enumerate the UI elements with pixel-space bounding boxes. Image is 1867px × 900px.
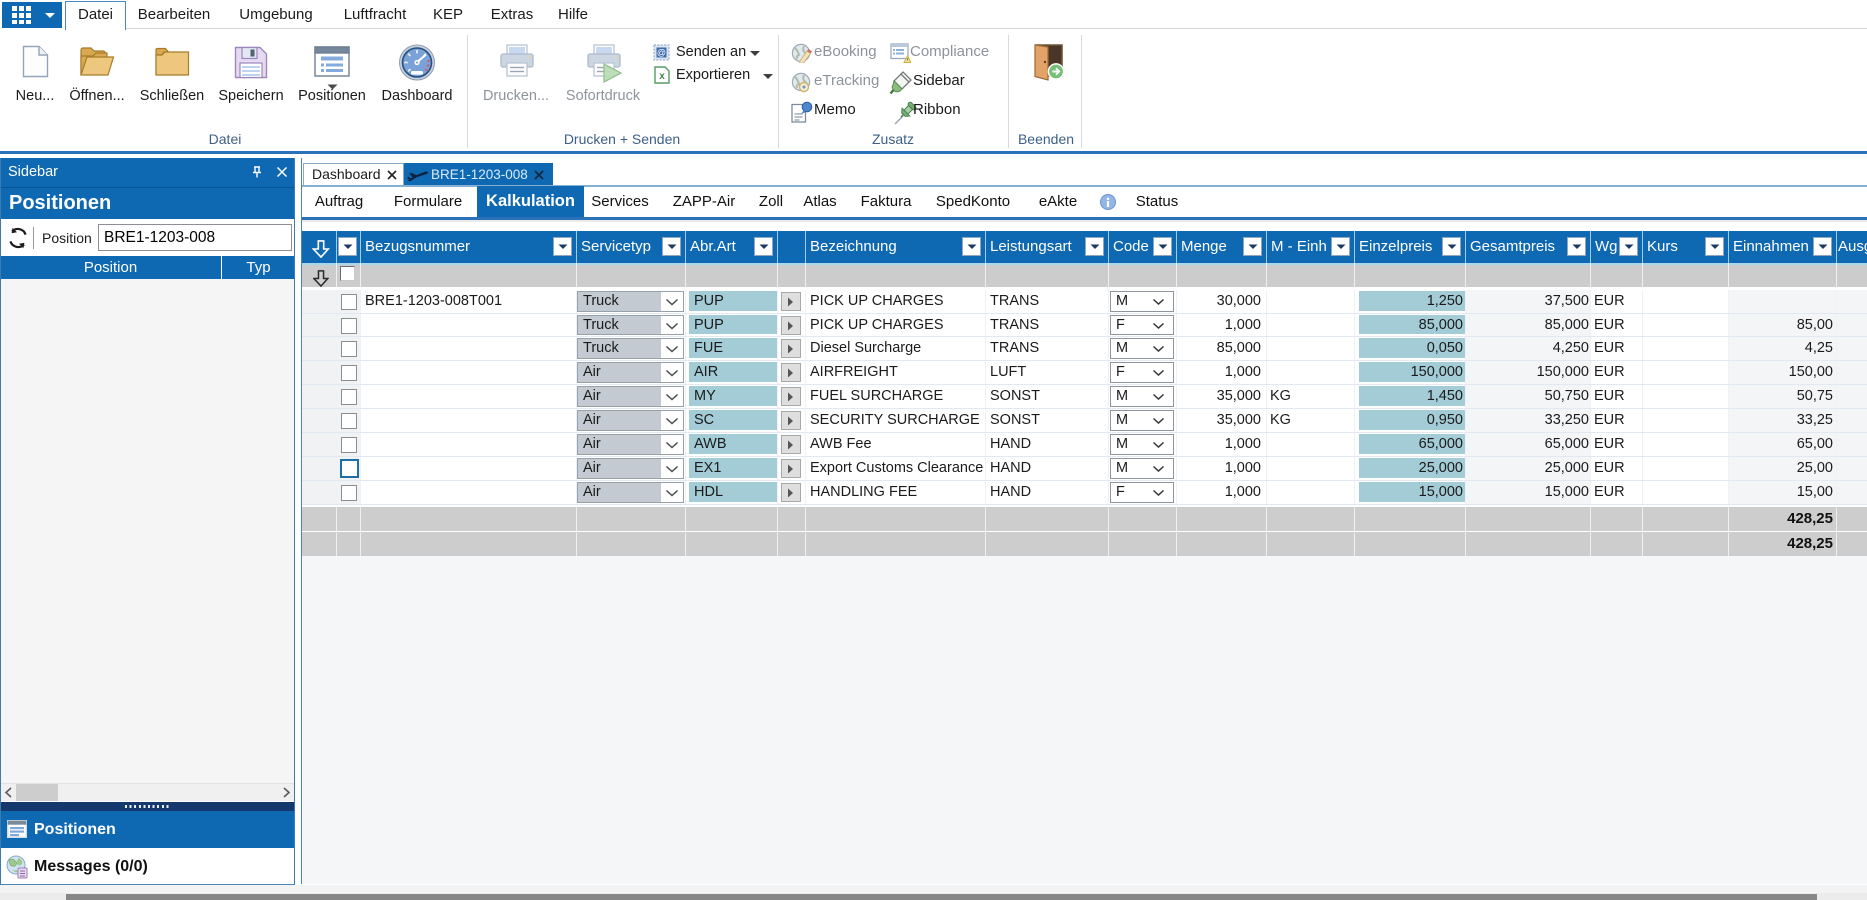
svg-text:@: @ bbox=[657, 48, 666, 58]
svg-text:x: x bbox=[659, 71, 665, 82]
